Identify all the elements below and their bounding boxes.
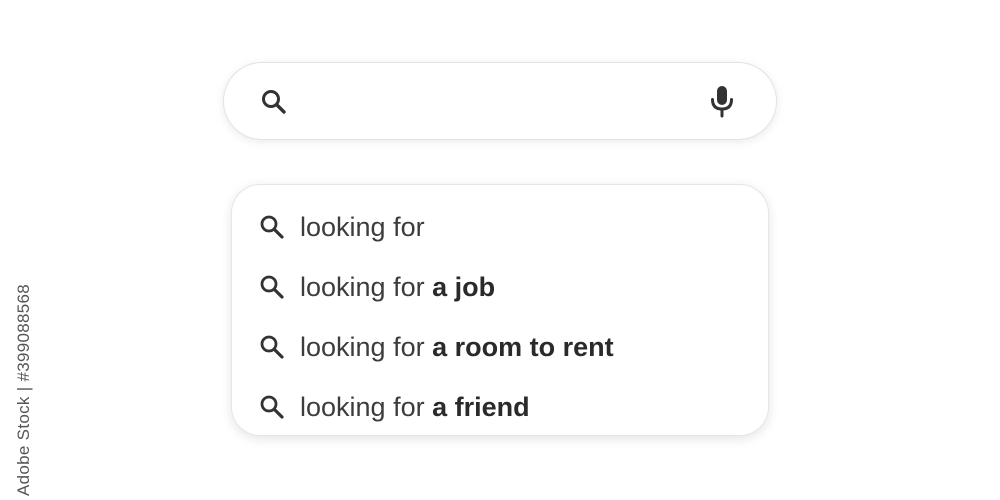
microphone-button[interactable]: [702, 81, 742, 121]
search-input[interactable]: [302, 81, 696, 123]
suggestion-item[interactable]: looking for: [232, 197, 768, 257]
suggestion-text: looking for a job: [300, 271, 495, 303]
suggestion-text: looking for a friend: [300, 391, 530, 423]
suggestion-completion: a room to rent: [432, 332, 614, 362]
suggestion-base: looking for: [300, 392, 433, 422]
search-icon: [259, 87, 289, 117]
suggestion-base: looking for: [300, 212, 425, 242]
suggestion-text: looking for: [300, 211, 425, 243]
watermark-text: Adobe Stock | #399088568: [14, 283, 33, 496]
search-icon: [258, 333, 288, 363]
stock-watermark: Adobe Stock | #399088568: [10, 260, 36, 500]
suggestion-item[interactable]: looking for a job: [232, 257, 768, 317]
suggestion-item[interactable]: looking for a friend: [232, 377, 768, 437]
suggestions-dropdown: looking for looking for a job looking fo…: [232, 185, 768, 435]
suggestion-text: looking for a room to rent: [300, 331, 614, 363]
search-bar[interactable]: [224, 63, 776, 139]
suggestion-completion: a job: [432, 272, 496, 302]
microphone-icon: [711, 86, 733, 118]
suggestion-base: looking for: [300, 272, 433, 302]
suggestion-completion: a friend: [432, 392, 530, 422]
search-icon: [258, 273, 288, 303]
suggestion-base: looking for: [300, 332, 433, 362]
search-icon: [258, 213, 288, 243]
suggestion-item[interactable]: looking for a room to rent: [232, 317, 768, 377]
search-icon: [258, 393, 288, 423]
